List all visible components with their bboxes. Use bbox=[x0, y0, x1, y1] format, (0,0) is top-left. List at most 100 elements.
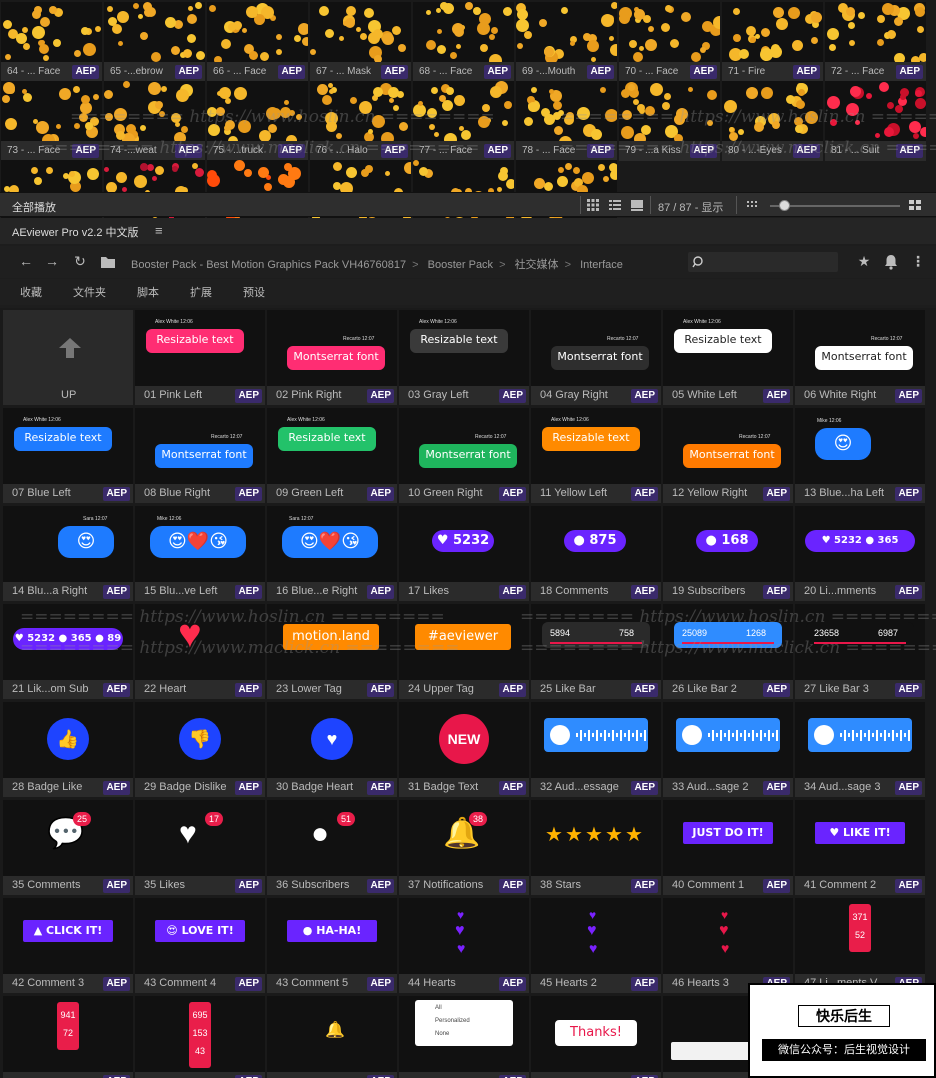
thumbnail-tile[interactable]: 64 - ... Face AEP bbox=[1, 2, 102, 82]
preset-tile[interactable]: ▲ CLICK IT! 42 Comment 3 AEP bbox=[3, 898, 133, 993]
preset-tile[interactable]: 👎 29 Badge Dislike AEP bbox=[135, 702, 265, 797]
small-grid-icon[interactable] bbox=[745, 198, 759, 212]
thumbnail-tile[interactable]: 68 - ... Face AEP bbox=[413, 2, 514, 82]
preset-tile[interactable]: JUST DO IT! 40 Comment 1 AEP bbox=[663, 800, 793, 895]
more-options-icon[interactable]: ⋮ bbox=[910, 253, 926, 269]
thumbnail-tile[interactable]: 65 -...ebrow AEP bbox=[104, 2, 205, 82]
thumbnail-tile[interactable]: 81 - ... Suit AEP bbox=[825, 81, 926, 161]
thumbnail-tile[interactable]: 77 - ... Face AEP bbox=[413, 81, 514, 161]
preset-tile[interactable]: ♥ ♥ ♥ 44 Hearts AEP bbox=[399, 898, 529, 993]
breadcrumb-item[interactable]: 社交媒体 bbox=[515, 259, 559, 271]
up-folder-tile[interactable]: UP bbox=[3, 310, 133, 405]
back-arrow-icon[interactable]: ← bbox=[18, 253, 34, 269]
preset-tile[interactable]: Recarto 12:07 Montserrat font 06 White Rig… bbox=[795, 310, 925, 405]
preset-tile[interactable]: 941 72 AEP bbox=[3, 996, 133, 1078]
thumbnail-tile[interactable]: 80 - ...-Eyes AEP bbox=[722, 81, 823, 161]
thumbnail-tile[interactable]: 75 - ...truck AEP bbox=[207, 81, 308, 161]
preset-tile[interactable]: Recarto 12:07 Montserrat font 04 Gray Righ… bbox=[531, 310, 661, 405]
aep-badge: AEP bbox=[235, 781, 262, 795]
preset-tile[interactable]: 🔔 AEP bbox=[267, 996, 397, 1078]
preset-tile[interactable]: ♥♥♥46 Hearts 3AEP bbox=[663, 898, 793, 993]
thumbnail-tile[interactable]: 66 - ... Face AEP bbox=[207, 2, 308, 82]
folder-icon[interactable] bbox=[100, 254, 116, 270]
star-icon[interactable]: ★ bbox=[856, 253, 872, 269]
preset-tile[interactable]: ● HA-HA! 43 Comment 5 AEP bbox=[267, 898, 397, 993]
search-input[interactable] bbox=[688, 252, 838, 272]
forward-arrow-icon[interactable]: → bbox=[44, 253, 60, 269]
grid-view-icon[interactable] bbox=[586, 198, 600, 212]
breadcrumb-item[interactable]: Booster Pack - Best Motion Graphics Pack… bbox=[131, 259, 406, 271]
zoom-slider-handle[interactable] bbox=[779, 200, 790, 211]
preset-tile[interactable]: 5894 758 25 Like Bar AEP bbox=[531, 604, 661, 699]
preset-tile[interactable]: motion.land 23 Lower Tag AEP bbox=[267, 604, 397, 699]
preset-tile[interactable]: Mike 12:06 😍 13 Blue...ha Left AEP bbox=[795, 408, 925, 503]
preset-tile[interactable]: ● 168 19 Subscribers AEP bbox=[663, 506, 793, 601]
bell-icon[interactable] bbox=[883, 254, 899, 270]
tab-scripts[interactable]: 脚本 bbox=[137, 284, 159, 300]
preset-tile[interactable]: 33 Aud...sage 2 AEP bbox=[663, 702, 793, 797]
list-view-icon[interactable] bbox=[608, 198, 622, 212]
preset-tile[interactable]: 34 Aud...sage 3 AEP bbox=[795, 702, 925, 797]
preset-tile[interactable]: Alex White 12:06 Resizable text 09 Green L… bbox=[267, 408, 397, 503]
tab-folders[interactable]: 文件夹 bbox=[73, 284, 106, 300]
preset-tile[interactable]: ♥ 5232 ● 365 20 Li...mments AEP bbox=[795, 506, 925, 601]
thumbnail-tile[interactable]: 73 - ... Face AEP bbox=[1, 81, 102, 161]
preset-tile[interactable]: Alex White 12:06 Resizable text 07 Blue Le… bbox=[3, 408, 133, 503]
thumbnail-tile[interactable]: 72 - ... Face AEP bbox=[825, 2, 926, 82]
preset-tile[interactable]: All Personalized None AEP bbox=[399, 996, 529, 1078]
preset-tile[interactable]: ♥ 17 35 Likes AEP bbox=[135, 800, 265, 895]
emoji-particle bbox=[792, 40, 803, 51]
breadcrumb-item[interactable]: Booster Pack bbox=[428, 259, 493, 271]
preset-tile[interactable]: 695 153 43 AEP bbox=[135, 996, 265, 1078]
preset-tile[interactable]: ● 51 36 Subscribers AEP bbox=[267, 800, 397, 895]
preset-tile[interactable]: Alex White 12:06 Resizable text 01 Pink Le… bbox=[135, 310, 265, 405]
preset-tile[interactable]: 😍 LOVE IT! 43 Comment 4 AEP bbox=[135, 898, 265, 993]
preset-tile[interactable]: Recarto 12:07 Montserrat font 02 Pink Righ… bbox=[267, 310, 397, 405]
preset-tile[interactable]: Recarto 12:07 Montserrat font 12 Yellow Ri… bbox=[663, 408, 793, 503]
preset-tile[interactable]: #aeviewer 24 Upper Tag AEP bbox=[399, 604, 529, 699]
preset-tile[interactable]: 👍 28 Badge Like AEP bbox=[3, 702, 133, 797]
preset-tile[interactable]: Alex White 12:06 Resizable text 05 White L… bbox=[663, 310, 793, 405]
thumbnail-tile[interactable]: 71 - Fire AEP bbox=[722, 2, 823, 82]
tab-extensions[interactable]: 扩展 bbox=[190, 284, 212, 300]
breadcrumb-item[interactable]: Interface bbox=[580, 259, 623, 271]
tab-presets[interactable]: 预设 bbox=[243, 284, 265, 300]
thumbnail-tile[interactable]: 70 - ... Face AEP bbox=[619, 2, 720, 82]
thumbnail-tile[interactable]: 69 -...Mouth AEP bbox=[516, 2, 617, 82]
preset-tile[interactable]: Sara 12:07 😍 14 Blu...a Right AEP bbox=[3, 506, 133, 601]
preset-tile[interactable]: 25089 1268 26 Like Bar 2 AEP bbox=[663, 604, 793, 699]
preset-tile[interactable]: ♥ 22 Heart AEP bbox=[135, 604, 265, 699]
preset-tile[interactable]: Sara 12:07 😍❤️😘 16 Blue...e Right AEP bbox=[267, 506, 397, 601]
preset-tile[interactable]: 32 Aud...essage AEP bbox=[531, 702, 661, 797]
thumbnail-tile[interactable]: 76 - ... Halo AEP bbox=[310, 81, 411, 161]
preset-tile[interactable]: Recarto 12:07 Montserrat font 08 Blue Righ… bbox=[135, 408, 265, 503]
preset-tile[interactable]: Alex White 12:06 Resizable text 11 Yellow … bbox=[531, 408, 661, 503]
preset-tile[interactable]: 23658 6987 27 Like Bar 3 AEP bbox=[795, 604, 925, 699]
thumbnail-tile[interactable]: 79 - ...a Kiss AEP bbox=[619, 81, 720, 161]
thumbnail-tile[interactable]: 74 -...weat AEP bbox=[104, 81, 205, 161]
preset-tile[interactable]: ♥ 5232 ● 365 ● 89 21 Lik...om Sub AEP bbox=[3, 604, 133, 699]
preset-tile[interactable]: Alex White 12:06 Resizable text 03 Gray Le… bbox=[399, 310, 529, 405]
preset-tile[interactable]: Mike 12:06 😍❤️😘 15 Blu...ve Left AEP bbox=[135, 506, 265, 601]
preview-view-icon[interactable] bbox=[630, 198, 644, 212]
thumbnail-tile[interactable]: 67 - ... Mask AEP bbox=[310, 2, 411, 82]
preset-tile[interactable]: 🔔 38 37 Notifications AEP bbox=[399, 800, 529, 895]
preset-tile[interactable]: Thanks! AEP bbox=[531, 996, 661, 1078]
preset-tile[interactable]: ♥ 30 Badge Heart AEP bbox=[267, 702, 397, 797]
preset-tile[interactable]: ♥ LIKE IT! 41 Comment 2 AEP bbox=[795, 800, 925, 895]
preset-tile[interactable]: 3715247 Li...ments VAEP bbox=[795, 898, 925, 993]
preset-tile[interactable]: ● 875 18 Comments AEP bbox=[531, 506, 661, 601]
large-grid-icon[interactable] bbox=[908, 198, 922, 212]
thumbnail-tile[interactable]: 78 - ... Face AEP bbox=[516, 81, 617, 161]
tab-favorites[interactable]: 收藏 bbox=[20, 284, 42, 300]
preset-tile[interactable]: ♥ ♥ ♥ 45 Hearts 2 AEP bbox=[531, 898, 661, 993]
play-all-button[interactable]: 全部播放 bbox=[12, 199, 56, 215]
preset-tile[interactable]: 💬 25 35 Comments AEP bbox=[3, 800, 133, 895]
preset-tile[interactable]: ★ ★ ★ ★ ★ 38 Stars AEP bbox=[531, 800, 661, 895]
preset-tile[interactable]: ♥ 5232 17 Likes AEP bbox=[399, 506, 529, 601]
refresh-icon[interactable]: ↻ bbox=[72, 253, 88, 269]
hamburger-icon[interactable]: ≡ bbox=[155, 223, 163, 238]
preset-tile[interactable]: Recarto 12:07 Montserrat font 10 Green Rig… bbox=[399, 408, 529, 503]
emoji-particle bbox=[242, 28, 247, 33]
preset-tile[interactable]: NEW 31 Badge Text AEP bbox=[399, 702, 529, 797]
